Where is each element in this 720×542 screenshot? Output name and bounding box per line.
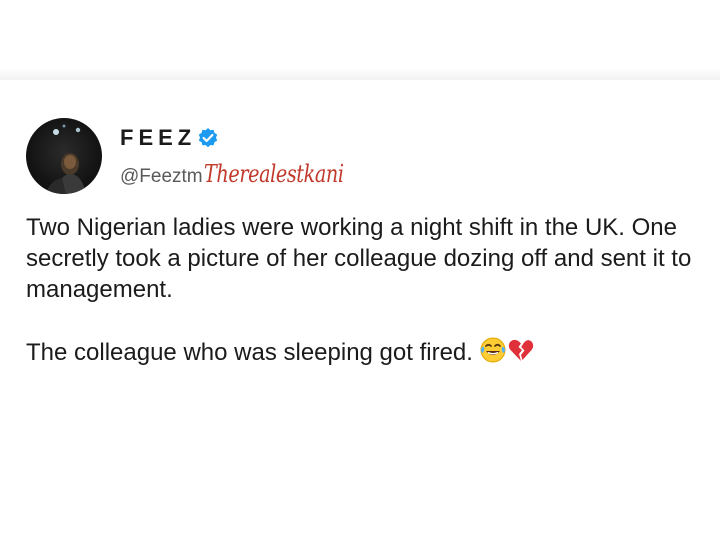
tweet-text: Two Nigerian ladies were working a night… — [26, 212, 706, 372]
tweet-paragraph-1: Two Nigerian ladies were working a night… — [26, 214, 692, 303]
name-row: FEEZ — [120, 123, 219, 153]
tweet-paragraph-2-text: The colleague who was sleeping got fired… — [26, 339, 473, 366]
avatar[interactable] — [26, 118, 102, 194]
tweet-card: FEEZ @Feeztm Therealestkani Two Nigerian… — [0, 80, 720, 542]
handle-row: @Feeztm Therealestkani — [120, 160, 378, 192]
user-handle[interactable]: @Feeztm — [120, 166, 203, 188]
verified-icon — [197, 127, 219, 149]
background-strip — [0, 0, 720, 80]
watermark-text: Therealestkani — [203, 160, 344, 188]
broken-heart-icon — [507, 336, 535, 372]
face-with-tears-of-joy-icon — [479, 336, 507, 372]
avatar-image — [46, 124, 86, 194]
display-name[interactable]: FEEZ — [120, 125, 196, 151]
tweet-paragraph-2: The colleague who was sleeping got fired… — [26, 336, 706, 372]
